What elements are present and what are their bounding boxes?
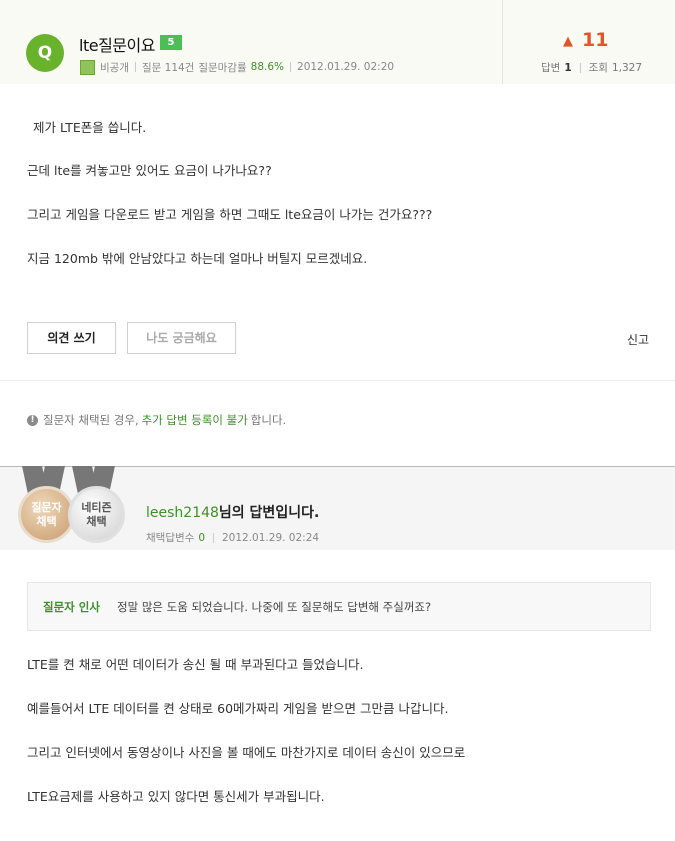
answer-username[interactable]: leesh2148 xyxy=(146,505,219,521)
question-meta: 비공개 질문 114건 질문마감률 88.6% 2012.01.29. 02:2… xyxy=(80,59,394,75)
divider xyxy=(134,62,136,72)
acceptance-label: 질문마감률 xyxy=(198,61,247,74)
upvote-count: 11 xyxy=(582,29,609,51)
divider xyxy=(213,532,214,543)
answers-count: 1 xyxy=(564,61,572,74)
questioner-accepted-medal-icon: 질문자 채택 xyxy=(18,486,75,543)
views-count: 1,327 xyxy=(611,61,643,74)
question-stats: 답변 1 조회 1,327 xyxy=(541,60,642,75)
question-paragraph: 근데 lte를 켜놓고만 있어도 요금이 나가나요?? xyxy=(27,163,272,178)
answer-paragraph: LTE요금제를 사용하고 있지 않다면 통신세가 부과됩니다. xyxy=(27,789,325,804)
answer-title-suffix: 님의 답변입니다. xyxy=(218,505,320,521)
report-link[interactable]: 신고 xyxy=(627,331,649,348)
notice-suffix: 합니다. xyxy=(250,413,287,427)
questioner-greeting: 질문자 인사 정말 많은 도움 되었습니다. 나중에 또 질문해도 답변해 주실… xyxy=(27,582,651,631)
question-title: lte질문이요 xyxy=(79,36,155,55)
answer-meta: 채택답변수 0 2012.01.29. 02:24 xyxy=(146,530,319,545)
netizen-accepted-medal-icon: 네티즌 채택 xyxy=(68,486,125,543)
medal-line: 채택 xyxy=(86,514,107,528)
stats-divider xyxy=(502,0,503,84)
medal-line: 채택 xyxy=(36,514,57,528)
greeting-text: 정말 많은 도움 되었습니다. 나중에 또 질문해도 답변해 주실꺼죠? xyxy=(117,600,432,614)
level-badge: 5 xyxy=(160,35,182,50)
notice-highlight: 추가 답변 등록이 불가 xyxy=(141,413,248,427)
question-count: 질문 114건 xyxy=(141,61,195,74)
question-paragraph: 그리고 게임을 다운로드 받고 게임을 하면 그때도 lte요금이 나가는 건가… xyxy=(27,207,433,222)
medal-line: 네티즌 xyxy=(81,500,112,514)
me-too-curious-button[interactable]: 나도 궁금해요 xyxy=(127,322,236,354)
private-user-icon xyxy=(80,59,95,75)
notice-prefix: 질문자 채택된 경우, xyxy=(43,413,139,427)
section-divider xyxy=(0,380,675,381)
divider xyxy=(579,62,581,73)
question-header: Q lte질문이요 5 비공개 질문 114건 질문마감률 88.6% 2012… xyxy=(0,0,675,84)
views-label: 조회 xyxy=(588,62,608,74)
question-paragraph: 제가 LTE폰을 씁니다. xyxy=(33,120,147,135)
warning-icon: ! xyxy=(27,414,38,426)
question-author: 비공개 xyxy=(100,61,129,74)
question-paragraph: 지금 120mb 밖에 안남았다고 하는데 얼마나 버틸지 모르겠네요. xyxy=(27,251,368,266)
thumbs-up-icon[interactable]: ▲ xyxy=(563,34,573,49)
answer-paragraph: 그리고 인터넷에서 동영상이나 사진을 볼 때에도 마찬가지로 데이터 송신이 … xyxy=(27,745,466,760)
answer-datetime: 2012.01.29. 02:24 xyxy=(222,531,320,544)
question-avatar: Q xyxy=(26,34,64,72)
accepted-answers-label: 채택답변수 xyxy=(146,532,195,544)
answer-paragraph: 예를들어서 LTE 데이터를 켠 상태로 60메가짜리 게임을 받으면 그만큼 … xyxy=(27,701,449,716)
medal-line: 질문자 xyxy=(31,500,62,514)
accepted-answers-count: 0 xyxy=(198,531,205,544)
answer-title: leesh2148님의 답변입니다. xyxy=(146,502,319,522)
question-datetime: 2012.01.29. 02:20 xyxy=(297,61,395,73)
answer-paragraph: LTE를 켠 채로 어떤 데이터가 송신 될 때 부과된다고 들었습니다. xyxy=(27,657,364,672)
notice: ! 질문자 채택된 경우, 추가 답변 등록이 불가 합니다. xyxy=(27,412,286,428)
divider xyxy=(290,62,292,72)
greeting-label: 질문자 인사 xyxy=(43,600,100,614)
answers-label: 답변 xyxy=(541,62,561,74)
acceptance-rate: 88.6% xyxy=(250,61,285,73)
write-opinion-button[interactable]: 의견 쓰기 xyxy=(27,322,116,354)
